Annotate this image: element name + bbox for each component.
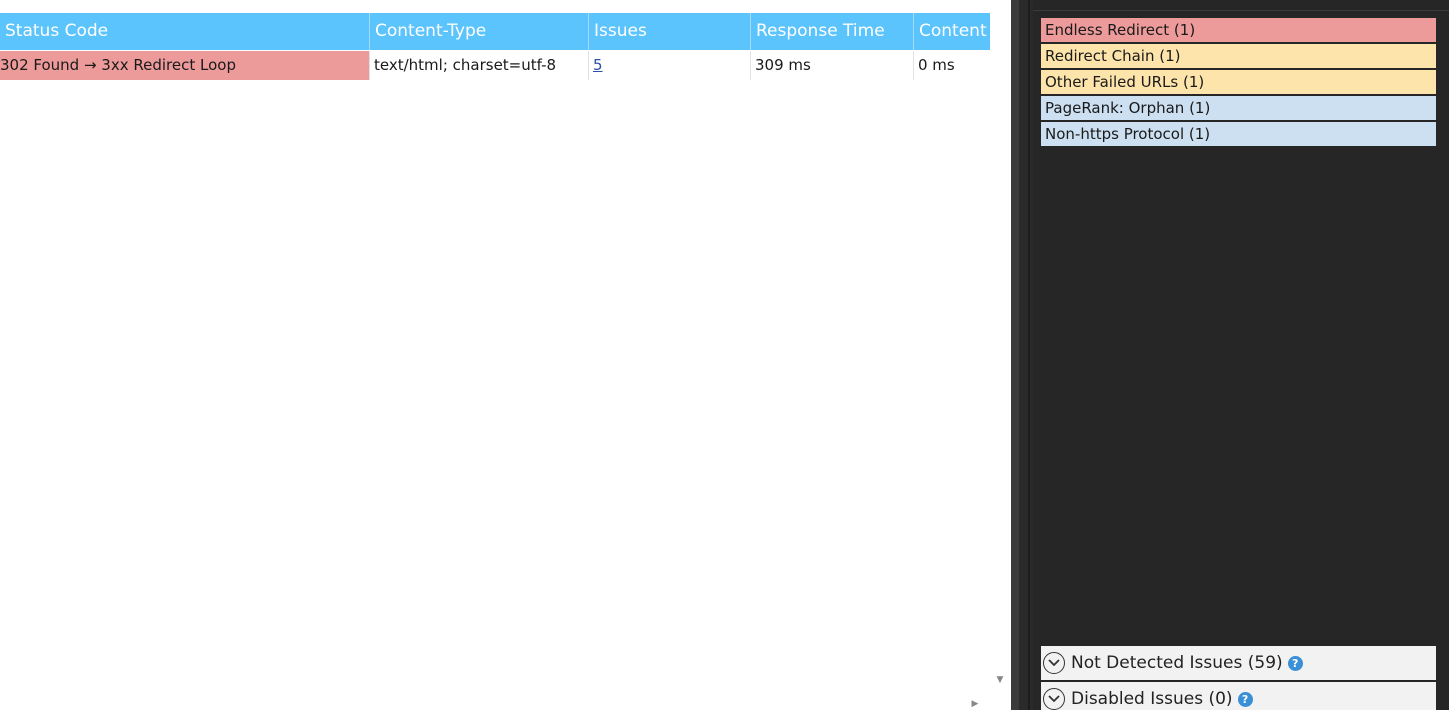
content-type-cell: text/html; charset=utf-8	[369, 51, 589, 80]
panel-divider	[1033, 10, 1449, 11]
column-header-response-time[interactable]: Response Time	[751, 13, 914, 50]
help-icon[interactable]: ?	[1287, 655, 1303, 671]
column-header-status-code[interactable]: Status Code	[0, 13, 370, 50]
app-window: Status Code Content-Type Issues Response…	[0, 0, 1449, 710]
panel-splitter[interactable]	[1011, 0, 1033, 710]
issue-item-non-https-protocol[interactable]: Non-https Protocol (1)	[1041, 122, 1436, 146]
splitter-divider	[1028, 0, 1030, 710]
issue-item-redirect-chain[interactable]: Redirect Chain (1)	[1041, 44, 1436, 68]
column-header-issues[interactable]: Issues	[589, 13, 751, 50]
content-cell: 0 ms	[918, 56, 955, 74]
column-header-content[interactable]: Content	[914, 13, 990, 50]
disabled-issues-header[interactable]: Disabled Issues (0) ?	[1041, 682, 1436, 710]
chevron-down-icon[interactable]	[1043, 688, 1065, 710]
table-header-row: Status Code Content-Type Issues Response…	[0, 13, 990, 50]
response-time-cell: 309 ms	[751, 51, 914, 80]
issue-item-other-failed-urls[interactable]: Other Failed URLs (1)	[1041, 70, 1436, 94]
scroll-down-arrow-icon[interactable]: ▼	[994, 675, 1006, 685]
results-table: Status Code Content-Type Issues Response…	[0, 0, 1011, 710]
column-header-content-type[interactable]: Content-Type	[370, 13, 589, 50]
issues-cell: 5	[589, 51, 751, 80]
status-code-cell: 302 Found → 3xx Redirect Loop	[0, 51, 369, 80]
issue-item-endless-redirect[interactable]: Endless Redirect (1)	[1041, 18, 1436, 42]
issues-count-link[interactable]: 5	[593, 56, 603, 74]
issues-panel: Endless Redirect (1) Redirect Chain (1) …	[1033, 0, 1449, 710]
not-detected-issues-header[interactable]: Not Detected Issues (59) ?	[1041, 646, 1436, 680]
help-icon[interactable]: ?	[1237, 691, 1253, 707]
splitter-grip	[1011, 0, 1019, 710]
issue-item-pagerank-orphan[interactable]: PageRank: Orphan (1)	[1041, 96, 1436, 120]
not-detected-issues-label: Not Detected Issues (59)	[1071, 653, 1283, 673]
scroll-right-arrow-icon[interactable]: ▶	[969, 698, 981, 710]
issue-list: Endless Redirect (1) Redirect Chain (1) …	[1041, 18, 1436, 148]
table-row[interactable]: 302 Found → 3xx Redirect Loop text/html;…	[0, 51, 990, 80]
disabled-issues-label: Disabled Issues (0)	[1071, 689, 1233, 709]
chevron-down-icon[interactable]	[1043, 652, 1065, 674]
